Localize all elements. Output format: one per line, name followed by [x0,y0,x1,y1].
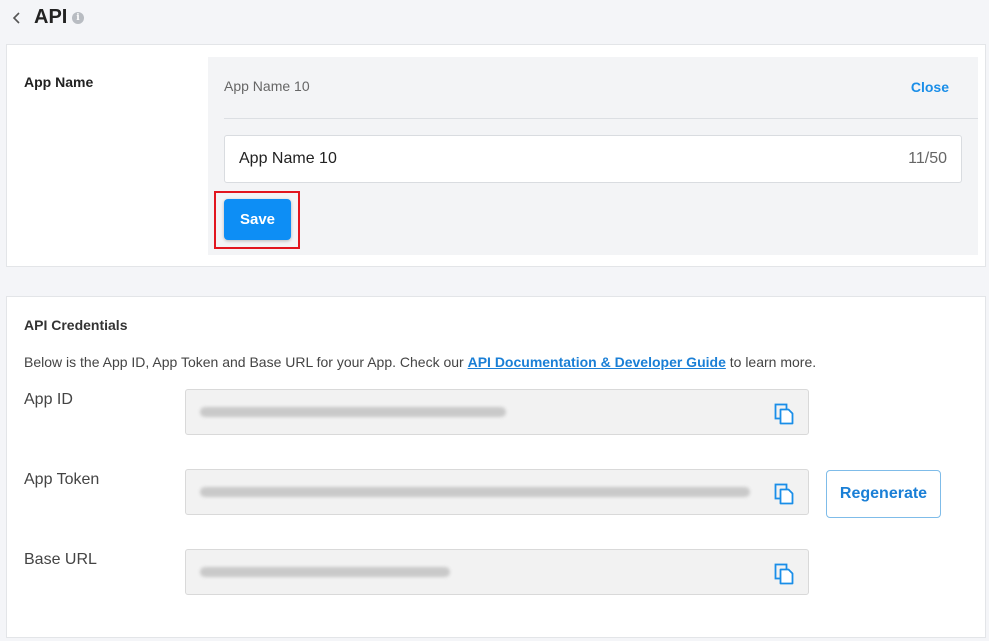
current-app-name: App Name 10 [224,78,310,94]
api-credentials-card: API Credentials Below is the App ID, App… [6,296,986,638]
save-button[interactable]: Save [224,199,291,240]
app-name-input-container: 11/50 [224,135,962,183]
app-name-label: App Name [24,74,94,90]
character-counter: 11/50 [908,150,947,167]
app-token-redacted-value [200,487,750,497]
app-token-label: App Token [24,471,100,488]
regenerate-button[interactable]: Regenerate [826,470,941,518]
divider [224,118,978,119]
api-documentation-link[interactable]: API Documentation & Developer Guide [468,354,726,370]
app-id-field[interactable] [185,389,809,435]
chevron-left-icon[interactable] [10,9,24,27]
app-name-input[interactable] [239,136,879,182]
base-url-redacted-value [200,567,450,577]
base-url-field[interactable] [185,549,809,595]
copy-icon[interactable] [774,483,794,505]
app-id-label: App ID [24,391,73,408]
page-title: API [34,6,68,28]
description-text: Below is the App ID, App Token and Base … [24,354,468,370]
credentials-description: Below is the App ID, App Token and Base … [24,354,816,370]
app-id-redacted-value [200,407,506,417]
close-button[interactable]: Close [911,79,949,95]
copy-icon[interactable] [774,563,794,585]
copy-icon[interactable] [774,403,794,425]
info-icon[interactable]: i [72,12,84,24]
base-url-label: Base URL [24,551,97,568]
app-name-card: App Name App Name 10 Close 11/50 Save [6,44,986,267]
api-credentials-title: API Credentials [24,317,128,333]
description-text-end: to learn more. [725,354,817,370]
app-name-edit-panel: App Name 10 Close 11/50 Save [208,57,978,255]
app-token-field[interactable] [185,469,809,515]
page-header: API i [0,0,989,38]
